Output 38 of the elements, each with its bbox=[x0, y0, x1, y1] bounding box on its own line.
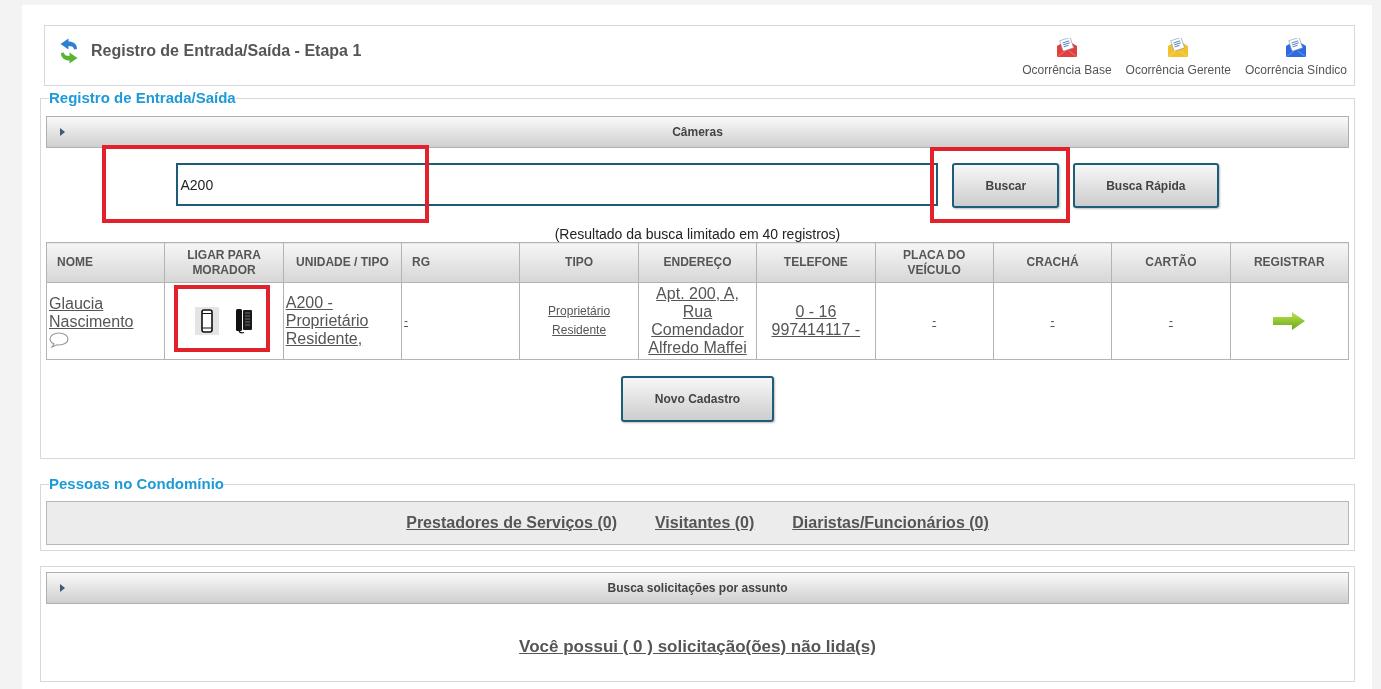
search-button[interactable]: Buscar bbox=[952, 163, 1060, 208]
section-legend: Registro de Entrada/Saída bbox=[49, 89, 236, 107]
people-category-link[interactable]: Diaristas/Funcionários (0) bbox=[792, 514, 989, 532]
search-limit-note: (Resultado da busca limitado em 40 registros) bbox=[553, 226, 842, 242]
column-header: ENDEREÇO bbox=[638, 242, 757, 283]
column-header: CRACHÁ bbox=[993, 242, 1112, 283]
column-header: TELEFONE bbox=[756, 242, 875, 283]
column-header: UNIDADE / TIPO bbox=[283, 242, 402, 283]
quick-search-button[interactable]: Busca Rápida bbox=[1073, 163, 1219, 208]
unread-requests-link[interactable]: Você possui ( 0 ) solicitação(ões) não lida(s) bbox=[519, 637, 876, 656]
badge-link[interactable]: - bbox=[1050, 312, 1055, 331]
occurrence-link[interactable]: Ocorrência Base bbox=[1022, 38, 1112, 77]
column-header: PLACA DO VEÍCULO bbox=[875, 242, 994, 283]
cameras-panel-header[interactable]: Câmeras bbox=[46, 116, 1349, 148]
new-registration-button[interactable]: Novo Cadastro bbox=[620, 376, 775, 422]
occurrence-link[interactable]: Ocorrência Síndico bbox=[1244, 38, 1347, 77]
caret-icon bbox=[60, 584, 65, 592]
mobile-phone-icon[interactable] bbox=[195, 307, 220, 335]
column-header: CARTÃO bbox=[1111, 242, 1231, 283]
column-header: LIGAR PARA MORADOR bbox=[164, 242, 284, 283]
intercom-phone-icon[interactable] bbox=[235, 308, 254, 334]
column-header: NOME bbox=[46, 242, 165, 283]
card-link[interactable]: - bbox=[1168, 312, 1173, 331]
occurrence-link[interactable]: Ocorrência Gerente bbox=[1125, 38, 1231, 77]
page-title: Registro de Entrada/Saída - Etapa 1 bbox=[91, 42, 362, 60]
caret-icon bbox=[60, 128, 65, 136]
speech-bubble-icon[interactable] bbox=[49, 331, 69, 348]
plate-link[interactable]: - bbox=[932, 312, 937, 331]
people-category-link[interactable]: Visitantes (0) bbox=[655, 514, 755, 532]
people-category-link[interactable]: Prestadores de Serviços (0) bbox=[406, 514, 617, 532]
column-header: TIPO bbox=[519, 242, 639, 283]
rg-link[interactable]: - bbox=[404, 312, 409, 331]
section-legend: Pessoas no Condomínio bbox=[49, 475, 225, 493]
column-header: REGISTRAR bbox=[1230, 242, 1349, 283]
column-header: RG bbox=[401, 242, 520, 283]
swap-arrows-icon bbox=[58, 38, 80, 64]
search-field[interactable]: A200 bbox=[176, 163, 939, 206]
requests-panel-header[interactable]: Busca solicitações por assunto bbox=[46, 572, 1349, 604]
